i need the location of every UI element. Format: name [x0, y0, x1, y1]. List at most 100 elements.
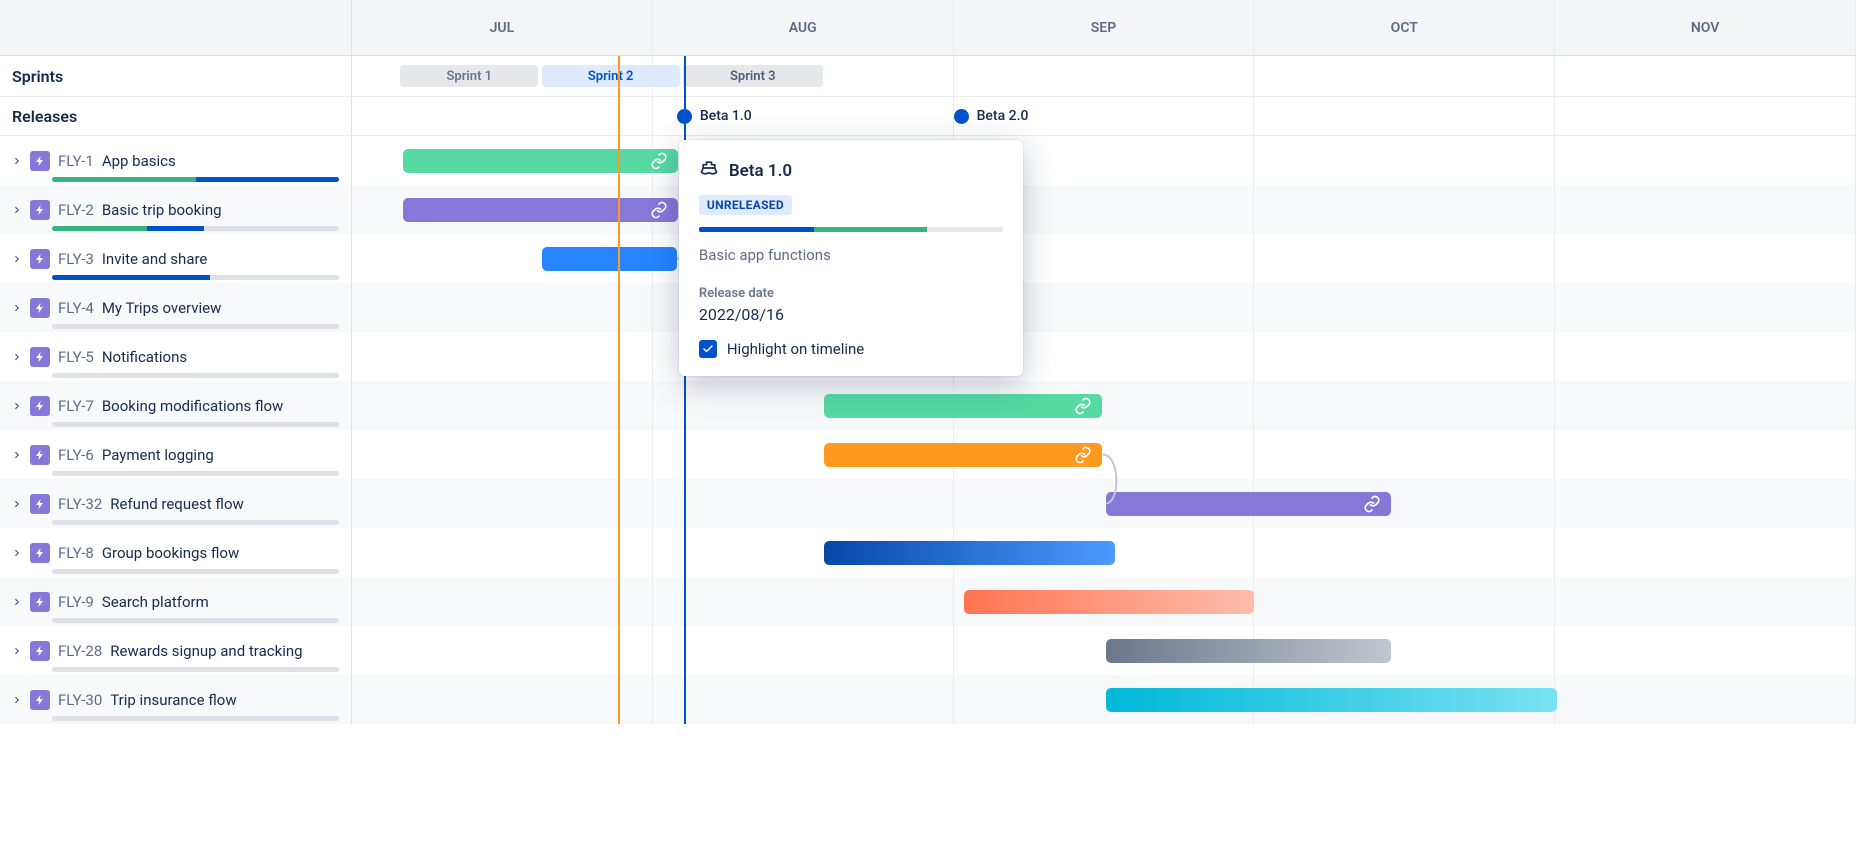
issue-title: Rewards signup and tracking [110, 642, 302, 660]
issue-progress-bar [52, 471, 339, 476]
issue-title: App basics [102, 152, 176, 170]
epic-bar[interactable] [824, 394, 1102, 418]
issue-progress-bar [52, 226, 339, 231]
chevron-right-icon[interactable] [12, 548, 22, 558]
epic-bar[interactable] [1106, 492, 1392, 516]
issue-key: FLY-28 [58, 642, 102, 660]
issue-sidebar-cell[interactable]: FLY-32Refund request flow [0, 479, 352, 528]
month-sep: SEP [954, 0, 1255, 55]
release-popover: Beta 1.0 UNRELEASED Basic app functions … [679, 140, 1023, 376]
issue-key: FLY-2 [58, 201, 94, 219]
epic-icon [30, 249, 50, 269]
issue-title: Group bookings flow [102, 544, 239, 562]
sprint-pill[interactable]: Sprint 3 [683, 65, 823, 87]
issue-sidebar-cell[interactable]: FLY-2Basic trip booking [0, 185, 352, 234]
issue-progress-bar [52, 569, 339, 574]
issue-sidebar-cell[interactable]: FLY-3Invite and share [0, 234, 352, 283]
epic-bar[interactable] [1106, 688, 1557, 712]
highlight-checkbox[interactable] [699, 340, 717, 358]
epic-icon [30, 200, 50, 220]
chevron-right-icon[interactable] [12, 303, 22, 313]
chevron-right-icon[interactable] [12, 352, 22, 362]
issue-title: Notifications [102, 348, 187, 366]
chevron-right-icon[interactable] [12, 646, 22, 656]
roadmap-timeline: JUL AUG SEP OCT NOV Sprints Sprint 1Spri… [0, 0, 1856, 724]
chevron-right-icon[interactable] [12, 156, 22, 166]
issue-row: FLY-8Group bookings flow [0, 528, 1856, 577]
chevron-right-icon[interactable] [12, 205, 22, 215]
release-name: Beta 1.0 [700, 108, 752, 124]
dependency-link-icon[interactable] [1074, 397, 1092, 415]
issue-sidebar-cell[interactable]: FLY-7Booking modifications flow [0, 381, 352, 430]
chevron-right-icon[interactable] [12, 401, 22, 411]
epic-icon [30, 151, 50, 171]
issue-progress-bar [52, 667, 339, 672]
issue-timeline-cell [352, 528, 1856, 577]
epic-icon [30, 396, 50, 416]
issue-timeline-cell [352, 626, 1856, 675]
issue-timeline-cell [352, 185, 1856, 234]
chevron-right-icon[interactable] [12, 450, 22, 460]
epic-icon [30, 690, 50, 710]
epic-bar[interactable] [1106, 639, 1392, 663]
issue-sidebar-cell[interactable]: FLY-4My Trips overview [0, 283, 352, 332]
release-description: Basic app functions [699, 246, 1003, 264]
chevron-right-icon[interactable] [12, 254, 22, 264]
issue-title: Trip insurance flow [110, 691, 236, 709]
issue-title: My Trips overview [102, 299, 222, 317]
sprints-label: Sprints [12, 67, 63, 86]
release-progress-bar [699, 227, 1003, 232]
ship-icon [699, 158, 719, 183]
issue-progress-bar [52, 324, 339, 329]
issue-progress-bar [52, 275, 339, 280]
issue-sidebar-cell[interactable]: FLY-8Group bookings flow [0, 528, 352, 577]
issue-row: FLY-7Booking modifications flow [0, 381, 1856, 430]
issue-row: FLY-28 Rewards signup and tracking [0, 626, 1856, 675]
epic-bar[interactable] [403, 198, 678, 222]
issue-sidebar-cell[interactable]: FLY-28 Rewards signup and tracking [0, 626, 352, 675]
epic-bar[interactable] [964, 590, 1254, 614]
month-oct: OCT [1254, 0, 1555, 55]
epic-icon [30, 298, 50, 318]
chevron-right-icon[interactable] [12, 499, 22, 509]
dependency-link-icon[interactable] [650, 201, 668, 219]
epic-bar[interactable] [824, 541, 1114, 565]
issue-sidebar-cell[interactable]: FLY-6Payment logging [0, 430, 352, 479]
epic-bar[interactable] [542, 247, 677, 271]
epic-icon [30, 592, 50, 612]
issue-timeline-cell [352, 234, 1856, 283]
issue-timeline-cell [352, 283, 1856, 332]
epic-icon [30, 445, 50, 465]
release-marker[interactable]: Beta 1.0 [677, 108, 752, 124]
sprint-pill[interactable]: Sprint 2 [542, 65, 680, 87]
chevron-right-icon[interactable] [12, 695, 22, 705]
release-date-value: 2022/08/16 [699, 305, 1003, 324]
releases-label-cell: Releases [0, 97, 352, 135]
dependency-link-icon[interactable] [1363, 495, 1381, 513]
issue-key: FLY-7 [58, 397, 94, 415]
dependency-link-icon[interactable] [1074, 446, 1092, 464]
sidebar-header-blank [0, 0, 352, 55]
epic-bar[interactable] [403, 149, 678, 173]
epic-bar[interactable] [824, 443, 1102, 467]
dependency-link-icon[interactable] [650, 152, 668, 170]
issue-sidebar-cell[interactable]: FLY-30Trip insurance flow [0, 675, 352, 724]
issue-sidebar-cell[interactable]: FLY-5Notifications [0, 332, 352, 381]
issue-timeline-cell [352, 675, 1856, 724]
releases-row: Releases Beta 1.0 Beta 2.0 [0, 96, 1856, 136]
sprints-track: Sprint 1Sprint 2Sprint 3 [352, 56, 1856, 96]
sprints-label-cell: Sprints [0, 56, 352, 96]
popover-title: Beta 1.0 [729, 161, 792, 181]
issue-progress-bar [52, 618, 339, 623]
issue-row: FLY-9Search platform [0, 577, 1856, 626]
issue-timeline-cell [352, 381, 1856, 430]
chevron-right-icon[interactable] [12, 597, 22, 607]
epic-icon [30, 543, 50, 563]
month-header-row: JUL AUG SEP OCT NOV [0, 0, 1856, 56]
sprint-pill[interactable]: Sprint 1 [400, 65, 538, 87]
release-marker[interactable]: Beta 2.0 [954, 108, 1029, 124]
epic-icon [30, 494, 50, 514]
month-nov: NOV [1555, 0, 1856, 55]
issue-sidebar-cell[interactable]: FLY-1App basics [0, 136, 352, 185]
issue-sidebar-cell[interactable]: FLY-9Search platform [0, 577, 352, 626]
